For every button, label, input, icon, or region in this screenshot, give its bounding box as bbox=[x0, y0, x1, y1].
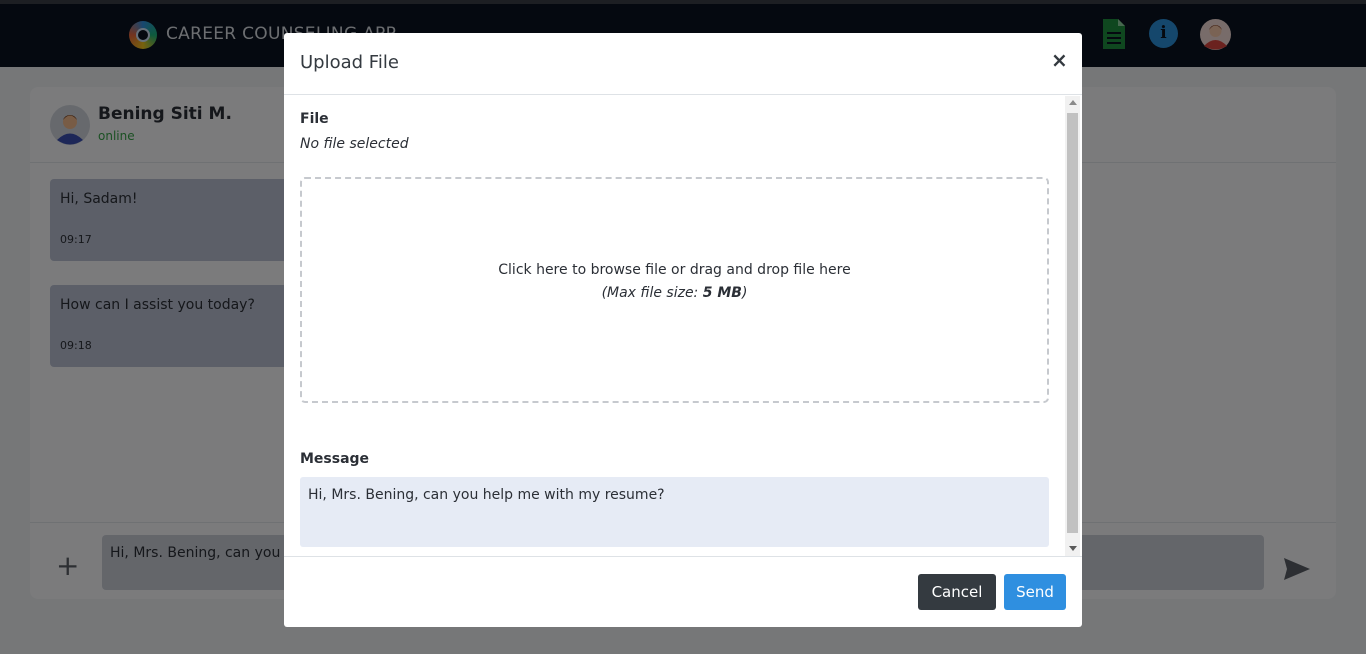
file-dropzone[interactable]: Click here to browse file or drag and dr… bbox=[300, 177, 1049, 403]
message-textarea[interactable]: Hi, Mrs. Bening, can you help me with my… bbox=[300, 477, 1049, 547]
modal-body: File No file selected Click here to brow… bbox=[284, 96, 1082, 556]
file-label: File bbox=[300, 111, 329, 127]
max-file-size-note: (Max file size: 5 MB) bbox=[302, 285, 1047, 301]
dropzone-text: Click here to browse file or drag and dr… bbox=[498, 262, 851, 278]
modal-scrollbar[interactable] bbox=[1065, 96, 1080, 556]
max-size-suffix: ) bbox=[741, 285, 748, 301]
max-size-prefix: (Max file size: bbox=[601, 285, 703, 301]
max-size-value: 5 MB bbox=[702, 285, 742, 301]
send-button[interactable]: Send bbox=[1004, 574, 1066, 610]
close-icon[interactable]: × bbox=[1051, 48, 1068, 72]
scroll-down-arrow-icon[interactable] bbox=[1069, 546, 1077, 551]
message-label: Message bbox=[300, 451, 370, 467]
cancel-button[interactable]: Cancel bbox=[918, 574, 996, 610]
scroll-thumb[interactable] bbox=[1067, 113, 1078, 533]
file-status: No file selected bbox=[300, 136, 409, 152]
scroll-up-arrow-icon[interactable] bbox=[1069, 100, 1077, 105]
modal-footer: Cancel Send bbox=[284, 556, 1082, 627]
modal-header: Upload File × bbox=[284, 33, 1082, 95]
modal-title: Upload File bbox=[300, 52, 399, 73]
upload-file-modal: Upload File × File No file selected Clic… bbox=[284, 33, 1082, 627]
